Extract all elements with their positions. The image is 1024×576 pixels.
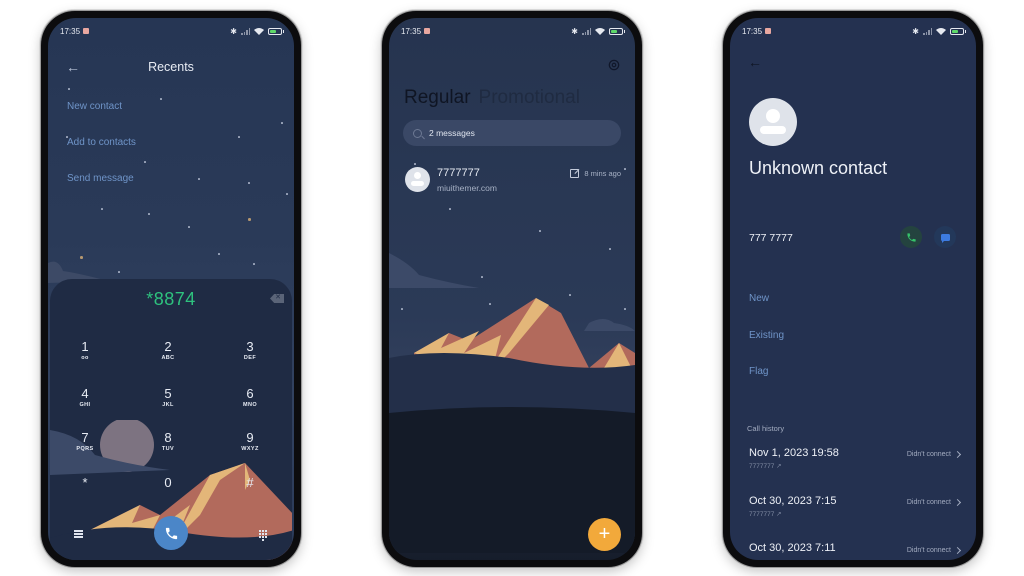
message-contact-button[interactable] — [934, 226, 956, 248]
wifi-icon — [254, 27, 264, 35]
signal-icon — [241, 27, 250, 35]
status-bar: 17:35 ✱ — [60, 24, 284, 38]
dialer-screen: 17:35 ✱ ← Recents New contact Add to con… — [48, 18, 294, 560]
screen-record-icon — [83, 28, 90, 34]
signal-icon — [582, 27, 591, 35]
chevron-right-icon — [953, 546, 962, 555]
dialer-bottom-bar — [50, 514, 292, 560]
call-history-label: Call history — [747, 424, 785, 433]
tab-promotional[interactable]: Promotional — [479, 87, 580, 109]
dial-key-2[interactable]: 2 ABC — [138, 339, 198, 362]
message-thread-item[interactable]: 7777777 miuithemer.com 8 mins ago — [405, 160, 621, 200]
dial-key-1[interactable]: 1 oo — [55, 339, 115, 362]
dial-key-5[interactable]: 5 JKL — [138, 386, 198, 409]
search-placeholder: 2 messages — [429, 128, 475, 138]
settings-gear-icon[interactable] — [607, 58, 621, 72]
new-contact-link[interactable]: New contact — [67, 101, 122, 112]
call-history-row[interactable]: Oct 30, 2023 7:15 7777777 ↗ Didn't conne… — [749, 495, 962, 527]
avatar — [405, 167, 430, 192]
thread-time: 8 mins ago — [570, 169, 621, 178]
phone-icon — [165, 527, 177, 539]
dialpad-toggle-icon[interactable] — [259, 530, 268, 541]
send-message-link[interactable]: Send message — [67, 173, 134, 184]
dial-key-star[interactable]: * — [55, 475, 115, 490]
contact-number: 777 7777 — [749, 232, 793, 244]
call-history-row[interactable]: Oct 30, 2023 7:11 Didn't connect — [749, 542, 962, 560]
phone-contact: 17:35 ✱ ← Unknown contact 777 7777 New E… — [723, 11, 983, 567]
add-to-contacts-link[interactable]: Add to contacts — [67, 137, 136, 148]
menu-icon[interactable] — [74, 530, 83, 538]
contact-avatar — [749, 98, 797, 146]
search-icon — [413, 128, 422, 138]
phone-dialer: 17:35 ✱ ← Recents New contact Add to con… — [41, 11, 301, 567]
bluetooth-icon: ✱ — [912, 26, 919, 36]
battery-icon — [268, 27, 284, 35]
dial-key-6[interactable]: 6 MNO — [220, 386, 280, 409]
phone-icon — [906, 232, 916, 242]
mountain-illustration — [389, 253, 635, 553]
call-contact-button[interactable] — [900, 226, 922, 248]
existing-contact-option[interactable]: Existing — [749, 330, 784, 341]
dialpad-panel: *8874 ✕ 1 oo 2 ABC 3 DEF 4 GHI 5 JKL 6 M… — [50, 279, 292, 560]
screenshot-stage: 17:35 ✱ ← Recents New contact Add to con… — [0, 0, 1024, 576]
back-arrow-icon[interactable]: ← — [748, 54, 762, 70]
phone-messages: 17:35 ✱ Regular Promotional 2 messages 7… — [382, 11, 642, 567]
status-time: 17:35 — [401, 26, 422, 36]
status-bar: 17:35 ✱ — [742, 24, 966, 38]
chevron-right-icon — [953, 450, 962, 459]
dial-key-3[interactable]: 3 DEF — [220, 339, 280, 362]
call-button[interactable] — [154, 516, 188, 550]
tab-regular[interactable]: Regular — [404, 87, 471, 109]
message-search-input[interactable]: 2 messages — [403, 120, 621, 146]
dial-key-hash[interactable]: # — [220, 475, 280, 490]
contact-name: Unknown contact — [749, 158, 888, 178]
page-title: Recents — [148, 60, 194, 74]
battery-icon — [950, 27, 966, 35]
dialed-number: *8874 — [146, 289, 196, 309]
thread-preview: miuithemer.com — [437, 183, 497, 193]
new-message-fab[interactable]: + — [588, 518, 621, 551]
new-contact-option[interactable]: New — [749, 293, 769, 304]
screen-record-icon — [424, 28, 431, 34]
screen-record-icon — [765, 28, 772, 34]
battery-icon — [609, 27, 625, 35]
message-bubble-icon — [940, 233, 950, 243]
status-bar: 17:35 ✱ — [401, 24, 625, 38]
messages-screen: 17:35 ✱ Regular Promotional 2 messages 7… — [389, 18, 635, 560]
dial-key-9[interactable]: 9 WXYZ — [220, 430, 280, 453]
dial-key-7[interactable]: 7 PQRS — [55, 430, 115, 453]
bluetooth-icon: ✱ — [230, 26, 237, 36]
status-time: 17:35 — [60, 26, 81, 36]
voicemail-icon: oo — [81, 355, 89, 361]
dial-key-4[interactable]: 4 GHI — [55, 386, 115, 409]
bluetooth-icon: ✱ — [571, 26, 578, 36]
recents-header: ← Recents — [48, 58, 294, 78]
call-history-row[interactable]: Nov 1, 2023 19:58 7777777 ↗ Didn't conne… — [749, 447, 962, 479]
contact-screen: 17:35 ✱ ← Unknown contact 777 7777 New E… — [730, 18, 976, 560]
dial-key-8[interactable]: 8 TUV — [138, 430, 198, 453]
status-time: 17:35 — [742, 26, 763, 36]
wifi-icon — [595, 27, 605, 35]
message-tabs: Regular Promotional — [404, 87, 580, 109]
dial-key-0[interactable]: 0 — [138, 475, 198, 490]
wifi-icon — [936, 27, 946, 35]
thread-sender: 7777777 — [437, 167, 480, 179]
signal-icon — [923, 27, 932, 35]
chevron-right-icon — [953, 498, 962, 507]
draft-edit-icon — [570, 169, 580, 178]
flag-option[interactable]: Flag — [749, 366, 768, 377]
